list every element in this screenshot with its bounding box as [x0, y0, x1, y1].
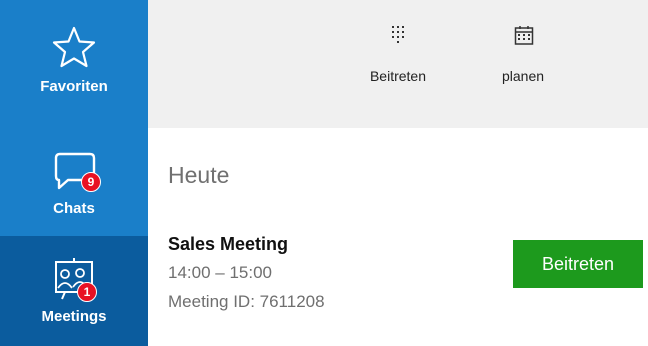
- section-title: Heute: [168, 162, 230, 188]
- sidebar-item-label: Meetings: [41, 308, 107, 325]
- meeting-title: Sales Meeting: [168, 234, 289, 254]
- dialpad-icon: [392, 26, 404, 43]
- sidebar-item-label: Favoriten: [40, 78, 108, 95]
- join-toolbar-label: Beitreten: [369, 68, 427, 84]
- star-icon: [51, 24, 97, 70]
- sidebar: Favoriten 9 Chats 1 Meetings: [0, 0, 148, 346]
- sidebar-item-favoriten[interactable]: Favoriten: [0, 0, 148, 114]
- join-meeting-button[interactable]: Beitreten: [513, 240, 643, 288]
- sidebar-item-label: Chats: [53, 200, 95, 217]
- sidebar-item-chats[interactable]: 9 Chats: [0, 120, 148, 234]
- schedule-toolbar-label: planen: [501, 68, 545, 84]
- toolbar: Beitreten planen: [148, 0, 648, 128]
- meeting-board-icon: 1: [51, 256, 97, 302]
- chat-bubble-icon: 9: [51, 148, 101, 194]
- meetings-badge: 1: [77, 282, 97, 302]
- schedule-meeting-toolbar-button[interactable]: planen: [488, 24, 558, 84]
- calendar-icon: [514, 26, 534, 45]
- meeting-time: 14:00 – 15:00: [168, 263, 272, 282]
- meeting-id: Meeting ID: 7611208: [168, 292, 325, 311]
- join-meeting-toolbar-button[interactable]: Beitreten: [358, 24, 438, 84]
- sidebar-item-meetings[interactable]: 1 Meetings: [0, 236, 148, 346]
- chats-unread-badge: 9: [81, 172, 101, 192]
